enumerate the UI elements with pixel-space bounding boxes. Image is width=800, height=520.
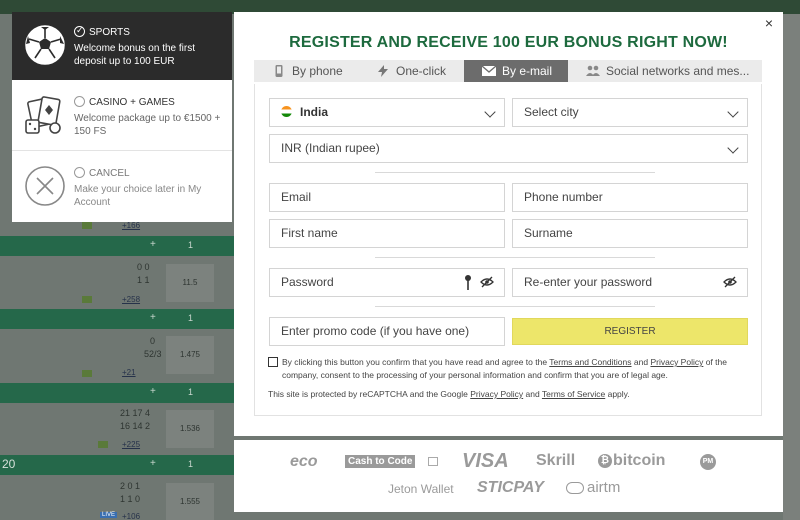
airtm-logo: airtm	[587, 479, 621, 496]
tab-one-click[interactable]: One-click	[352, 60, 464, 82]
terms-and-conditions-link[interactable]: Terms and Conditions	[549, 357, 631, 367]
cashtocode-logo: Cash to Code	[345, 455, 416, 468]
registration-modal: REGISTER AND RECEIVE 100 EUR BONUS RIGHT…	[234, 12, 783, 436]
bonus-option-sports[interactable]: SPORTS Welcome bonus on the first deposi…	[12, 12, 232, 80]
divider	[375, 257, 655, 258]
bitcoin-logo: bitcoin	[613, 452, 666, 469]
key-icon[interactable]	[464, 274, 472, 290]
stats-icon	[82, 370, 92, 377]
eye-hidden-icon[interactable]	[480, 276, 494, 288]
stats-icon	[98, 441, 108, 448]
cloud-icon	[566, 482, 584, 494]
divider	[375, 172, 655, 173]
skrill-logo: Skrill	[536, 452, 576, 469]
india-flag-icon	[281, 106, 292, 117]
reenter-password-field[interactable]: Re-enter your password	[512, 268, 748, 297]
stats-icon	[82, 222, 92, 229]
sticpay-logo: STICPAY	[477, 479, 544, 496]
surname-field[interactable]: Surname	[512, 219, 748, 248]
more-markets-link[interactable]: +225	[122, 440, 140, 449]
perfect-money-logo: PM	[700, 454, 716, 470]
first-name-field[interactable]: First name	[269, 219, 505, 248]
odds-cell[interactable]: 1.536	[166, 410, 214, 448]
radio-selected-icon[interactable]	[74, 25, 85, 37]
google-privacy-policy-link[interactable]: Privacy Policy	[470, 389, 523, 399]
tab-by-email[interactable]: By e-mail	[464, 60, 568, 82]
eye-hidden-icon[interactable]	[723, 276, 737, 288]
register-button[interactable]: REGISTER	[512, 318, 748, 345]
payment-methods-strip: eco Cash to Code VISA Skrill ₿ bitcoin P…	[234, 440, 783, 512]
bonus-choice-panel: SPORTS Welcome bonus on the first deposi…	[12, 12, 232, 222]
card-logo-icon	[428, 457, 438, 466]
jeton-wallet-logo: Jeton Wallet	[388, 482, 454, 496]
more-markets-link[interactable]: +106	[122, 512, 140, 520]
more-markets-link[interactable]: +21	[122, 368, 136, 377]
currency-select[interactable]: INR (Indian rupee)	[269, 134, 748, 163]
close-icon[interactable]: ×	[762, 16, 776, 30]
chevron-down-icon	[727, 142, 739, 154]
more-markets-link[interactable]: +166	[122, 221, 140, 230]
phone-icon	[275, 65, 283, 77]
visa-logo: VISA	[462, 450, 509, 472]
radio-unselected-icon[interactable]	[74, 167, 85, 178]
soccer-ball-icon	[25, 25, 65, 65]
terms-checkbox[interactable]	[268, 357, 278, 367]
chevron-down-icon	[727, 106, 739, 118]
google-terms-of-service-link[interactable]: Terms of Service	[542, 389, 605, 399]
more-markets-link[interactable]: +258	[122, 295, 140, 304]
eco-logo: eco	[290, 453, 318, 470]
modal-title: REGISTER AND RECEIVE 100 EUR BONUS RIGHT…	[289, 34, 728, 51]
odds-cell[interactable]: 1.475	[166, 336, 214, 374]
people-icon	[586, 65, 600, 76]
odds-cell[interactable]: 1.555	[166, 483, 214, 520]
odds-cell[interactable]: 11.5	[166, 264, 214, 302]
casino-cards-icon	[25, 96, 61, 134]
terms-text: By clicking this button you confirm that…	[282, 357, 728, 380]
registration-tabs: By phone One-click By e-mail Social netw…	[254, 60, 762, 82]
email-field[interactable]: Email	[269, 183, 505, 212]
tab-by-phone[interactable]: By phone	[254, 60, 352, 82]
phone-number-field[interactable]: Phone number	[512, 183, 748, 212]
password-field[interactable]: Password	[269, 268, 505, 297]
promo-code-field[interactable]: Enter promo code (if you have one)	[269, 317, 505, 346]
tab-social-networks[interactable]: Social networks and mes...	[568, 60, 762, 82]
chevron-down-icon	[484, 106, 496, 118]
stats-icon	[82, 296, 92, 303]
live-badge: LIVE	[100, 512, 118, 518]
bonus-option-cancel[interactable]: CANCEL Make your choice later in My Acco…	[12, 151, 232, 222]
lightning-icon	[378, 65, 388, 77]
city-select[interactable]: Select city	[512, 98, 748, 127]
envelope-icon	[482, 65, 496, 76]
divider	[375, 306, 655, 307]
background-right-column	[783, 14, 800, 520]
recaptcha-notice: This site is protected by reCAPTCHA and …	[268, 389, 630, 399]
bonus-option-casino[interactable]: CASINO + GAMES Welcome package up to €15…	[12, 80, 232, 150]
radio-unselected-icon[interactable]	[74, 96, 85, 107]
bitcoin-icon: ₿	[598, 454, 612, 468]
privacy-policy-link[interactable]: Privacy Policy	[650, 357, 703, 367]
country-select[interactable]: India	[269, 98, 505, 127]
cancel-icon	[25, 166, 65, 206]
